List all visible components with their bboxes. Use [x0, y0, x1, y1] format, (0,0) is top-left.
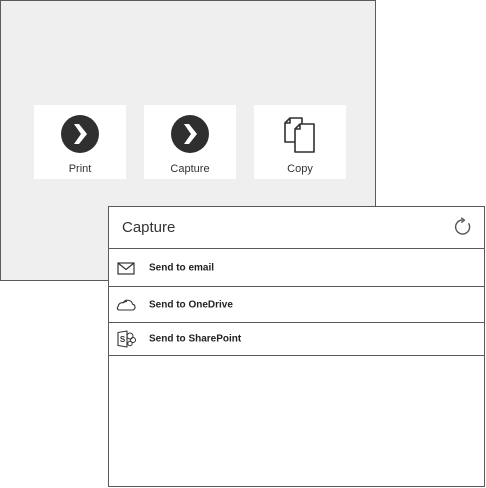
print-icon — [61, 115, 99, 153]
copy-label: Copy — [287, 163, 313, 175]
send-to-onedrive-label: Send to OneDrive — [149, 299, 233, 310]
svg-text:S: S — [120, 335, 126, 344]
refresh-icon[interactable] — [453, 217, 473, 237]
capture-tile[interactable]: Capture — [144, 105, 236, 179]
copy-icon — [284, 117, 315, 153]
copy-tile[interactable]: Copy — [254, 105, 346, 179]
envelope-icon — [117, 261, 135, 275]
send-to-onedrive-item[interactable]: Send to OneDrive — [109, 287, 484, 323]
print-label: Print — [68, 163, 92, 175]
onedrive-cloud-icon — [116, 299, 136, 311]
send-to-email-item[interactable]: Send to email — [109, 249, 484, 287]
send-to-sharepoint-label: Send to SharePoint — [149, 333, 242, 345]
send-to-sharepoint-item[interactable]: S Send to SharePoint — [109, 323, 484, 356]
capture-panel: Capture Send to email Send to OneDrive S… — [108, 206, 485, 487]
send-to-email-label: Send to email — [149, 262, 215, 273]
panel-title: Capture — [122, 219, 176, 236]
panel-header: Capture — [109, 207, 484, 249]
capture-label: Capture — [170, 163, 210, 175]
sharepoint-icon: S — [117, 330, 136, 348]
capture-icon — [171, 115, 209, 153]
print-tile[interactable]: Print — [34, 105, 126, 179]
